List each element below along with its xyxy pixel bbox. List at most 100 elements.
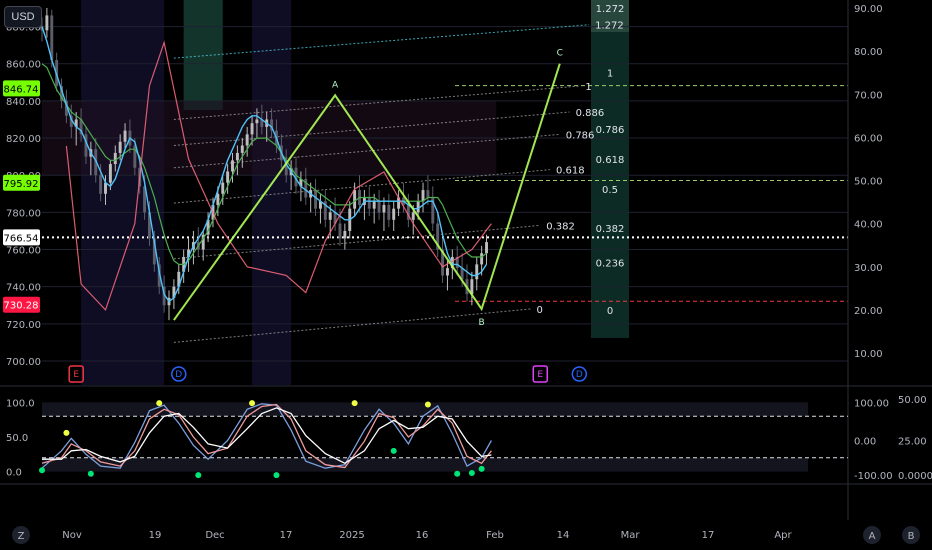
candle-body — [445, 268, 449, 276]
candle-body — [226, 171, 230, 183]
event-label: E — [73, 370, 79, 380]
right-axis-label: 80.00 — [854, 47, 883, 58]
fib-ratio-label: 1 — [607, 69, 613, 80]
fib-ratio-label: 1.272 — [596, 4, 625, 15]
price-tag-mid: 795.92 — [3, 174, 40, 191]
time-axis-label: Apr — [774, 530, 792, 541]
scale-button[interactable]: Z — [12, 526, 30, 544]
oscillator-signal-dot — [39, 467, 45, 474]
osc-right-axis-label: -100.00 — [854, 471, 893, 482]
candle-body — [231, 160, 234, 172]
osc-band — [42, 457, 808, 472]
time-axis-label: 17 — [702, 530, 715, 541]
candle-body — [221, 182, 225, 194]
candle-body — [123, 130, 127, 142]
candle-body — [485, 242, 488, 254]
log-scale-button-label: B — [908, 531, 915, 542]
candle-body — [235, 152, 239, 161]
candle-body — [377, 201, 381, 213]
candle-body — [108, 164, 112, 183]
time-axis-label: 14 — [557, 530, 570, 541]
event-label: E — [537, 370, 543, 380]
right-axis-label: 50.00 — [854, 177, 883, 188]
pattern-point-label: B — [479, 318, 485, 328]
price-tag-current: 766.54 — [3, 229, 40, 246]
oversold-zone — [81, 0, 165, 385]
oscillator-signal-dot — [63, 429, 70, 436]
osc-right-axis-label: 50.00 — [898, 395, 927, 406]
candle-body — [411, 212, 415, 220]
oscillator-signal-dot — [478, 465, 485, 472]
fib-ratio-label: 0.786 — [596, 125, 625, 136]
oscillator-signal-dot — [249, 400, 256, 407]
oscillator-signal-dot — [156, 400, 163, 407]
price-axis-label: 740.00 — [6, 283, 41, 294]
price-axis-label: 860.00 — [6, 60, 41, 71]
price-tag-low: 730.28 — [3, 296, 40, 313]
time-axis-label: Feb — [486, 530, 504, 541]
currency-button[interactable]: USD — [4, 6, 42, 28]
time-axis — [0, 520, 932, 550]
osc-axis-label: 0.0 — [6, 468, 22, 479]
trading-chart[interactable]: 0 0.382 0.618 0.786 0.886 1 1.272 A B C 1.272 1 0.78… — [0, 0, 932, 550]
time-axis-label: Nov — [62, 530, 82, 541]
oscillator-signal-dot — [351, 400, 358, 407]
oscillator-signal-dot — [424, 401, 431, 408]
right-axis-label: 90.00 — [854, 4, 883, 15]
oscillator-signal-dot — [468, 470, 475, 476]
fib-ratio-label: 0.382 — [596, 224, 625, 235]
candle-body — [99, 175, 103, 194]
fib-level-label: 0 — [536, 305, 542, 316]
osc-axis-label: 100.0 — [6, 398, 35, 409]
candle-body — [328, 212, 332, 220]
price-axis-label: 780.00 — [6, 208, 41, 219]
osc-right-axis-label: 100.00 — [854, 398, 889, 409]
event-label: D — [576, 370, 583, 380]
fib-level-label: 0.382 — [546, 221, 575, 232]
overbought-zone — [183, 0, 223, 110]
right-axis-label: 20.00 — [854, 306, 883, 317]
price-axis-label: 760.00 — [6, 246, 41, 257]
price-axis-label: 840.00 — [6, 97, 41, 108]
time-axis-label: Dec — [205, 530, 224, 541]
time-axis-label: Mar — [621, 530, 641, 541]
right-axis-label: 10.00 — [854, 349, 883, 360]
fib-level-label: 0.886 — [576, 108, 605, 119]
candle-body — [475, 264, 479, 280]
right-axis-label: 70.00 — [854, 90, 883, 101]
right-axis-label: 30.00 — [854, 263, 883, 274]
fib-level-label: 1.272 — [595, 21, 624, 32]
candle-body — [387, 204, 391, 220]
candle-body — [314, 190, 318, 209]
fib-level-label: 0.786 — [566, 130, 595, 141]
fib-ratio-label: 0 — [607, 306, 613, 317]
time-axis-label: 19 — [149, 530, 162, 541]
right-axis-label: 40.00 — [854, 220, 883, 231]
price-tag-value: 730.28 — [4, 301, 39, 312]
event-label: D — [175, 370, 182, 380]
oscillator-signal-dot — [87, 470, 94, 477]
osc-right-axis-label: 0.0000 — [898, 471, 932, 482]
candle-body — [245, 134, 249, 146]
candle-body — [343, 230, 347, 239]
log-scale-button[interactable]: B — [902, 526, 920, 544]
candle-body — [416, 201, 420, 213]
price-axis-label: 700.00 — [6, 357, 41, 368]
scale-button-label: Z — [18, 531, 25, 542]
candle-body — [250, 123, 254, 135]
osc-axis-label: 50.0 — [6, 433, 28, 444]
price-axis-label: 720.00 — [6, 320, 41, 331]
fib-ratio-label: 0.236 — [596, 258, 625, 269]
time-axis-label: 16 — [416, 530, 429, 541]
candle-body — [240, 145, 244, 153]
candle-body — [353, 190, 357, 209]
candle-body — [113, 152, 117, 165]
candle-body — [392, 208, 396, 220]
oversold-zone — [252, 0, 292, 385]
pattern-point-label: C — [557, 49, 563, 59]
osc-right-axis-label: 25.00 — [898, 436, 927, 447]
auto-scale-button[interactable]: A — [863, 526, 881, 544]
price-tag-value: 766.54 — [4, 233, 39, 244]
pattern-point-label: A — [332, 80, 339, 90]
candle-body — [45, 15, 49, 31]
